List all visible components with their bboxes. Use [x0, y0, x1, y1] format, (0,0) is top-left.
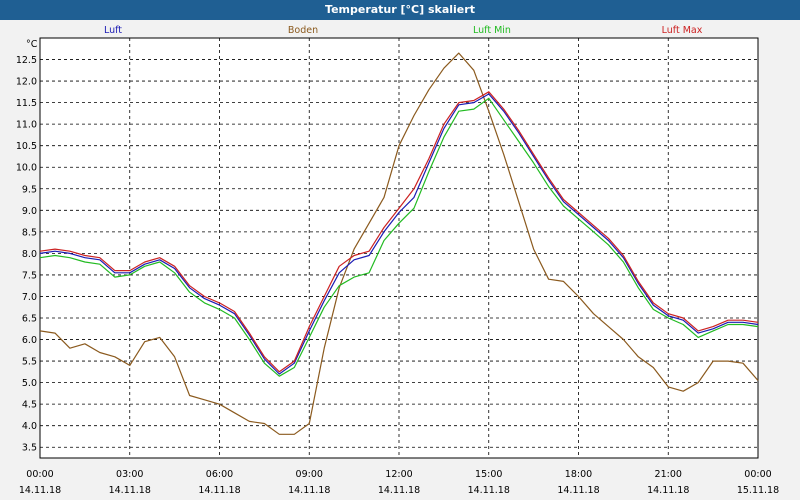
x-tick-date-label: 14.11.18 [468, 485, 510, 496]
y-tick-label: 10.5 [16, 141, 37, 152]
y-tick-label: 4.5 [22, 400, 37, 411]
x-tick-date-label: 15.11.18 [737, 485, 779, 496]
y-tick-label: 5.0 [22, 378, 37, 389]
x-tick-date-label: 14.11.18 [647, 485, 689, 496]
x-tick-time-label: 15:00 [475, 469, 502, 480]
y-tick-label: 10.0 [16, 163, 37, 174]
y-axis-unit-label: °C [26, 39, 38, 50]
y-tick-label: 6.0 [22, 335, 37, 346]
legend-entry: Luft Max [662, 25, 703, 36]
x-tick-date-label: 14.11.18 [557, 485, 599, 496]
x-tick-date-label: 14.11.18 [19, 485, 61, 496]
y-tick-label: 9.0 [22, 206, 37, 217]
y-tick-label: 7.5 [22, 270, 37, 281]
y-tick-label: 8.5 [22, 227, 37, 238]
x-tick-time-label: 00:00 [744, 469, 771, 480]
x-tick-date-label: 14.11.18 [288, 485, 330, 496]
y-tick-label: 8.0 [22, 249, 37, 260]
legend-entry: Luft [104, 25, 122, 36]
y-tick-label: 12.0 [16, 77, 37, 88]
x-tick-time-label: 18:00 [565, 469, 592, 480]
y-tick-label: 6.5 [22, 314, 37, 325]
x-tick-time-label: 06:00 [206, 469, 233, 480]
y-tick-label: 7.0 [22, 292, 37, 303]
x-tick-date-label: 14.11.18 [378, 485, 420, 496]
chart-window: Temperatur [°C] skaliert 3.5 4.0 4.5 5.0 5.5… [0, 0, 800, 500]
x-tick-time-label: 00:00 [26, 469, 53, 480]
x-tick-time-label: 12:00 [385, 469, 412, 480]
y-tick-label: 9.5 [22, 184, 37, 195]
x-tick-date-label: 14.11.18 [198, 485, 240, 496]
x-tick-time-label: 21:00 [655, 469, 682, 480]
y-tick-label: 11.0 [16, 120, 37, 131]
y-tick-label: 11.5 [16, 98, 37, 109]
y-tick-label: 4.0 [22, 421, 37, 432]
legend-entry: Luft Min [473, 25, 511, 36]
x-tick-date-label: 14.11.18 [109, 485, 151, 496]
x-tick-time-label: 03:00 [116, 469, 143, 480]
y-tick-label: 3.5 [22, 443, 37, 454]
y-tick-label: 12.5 [16, 55, 37, 66]
y-tick-label: 5.5 [22, 357, 37, 368]
temperature-chart: 3.5 4.0 4.5 5.0 5.5 6.0 6.5 7.0 7.5 8.0 8.5 9.0 9.5 1… [16, 25, 779, 496]
legend-entry: Boden [288, 25, 318, 36]
x-tick-time-label: 09:00 [296, 469, 323, 480]
